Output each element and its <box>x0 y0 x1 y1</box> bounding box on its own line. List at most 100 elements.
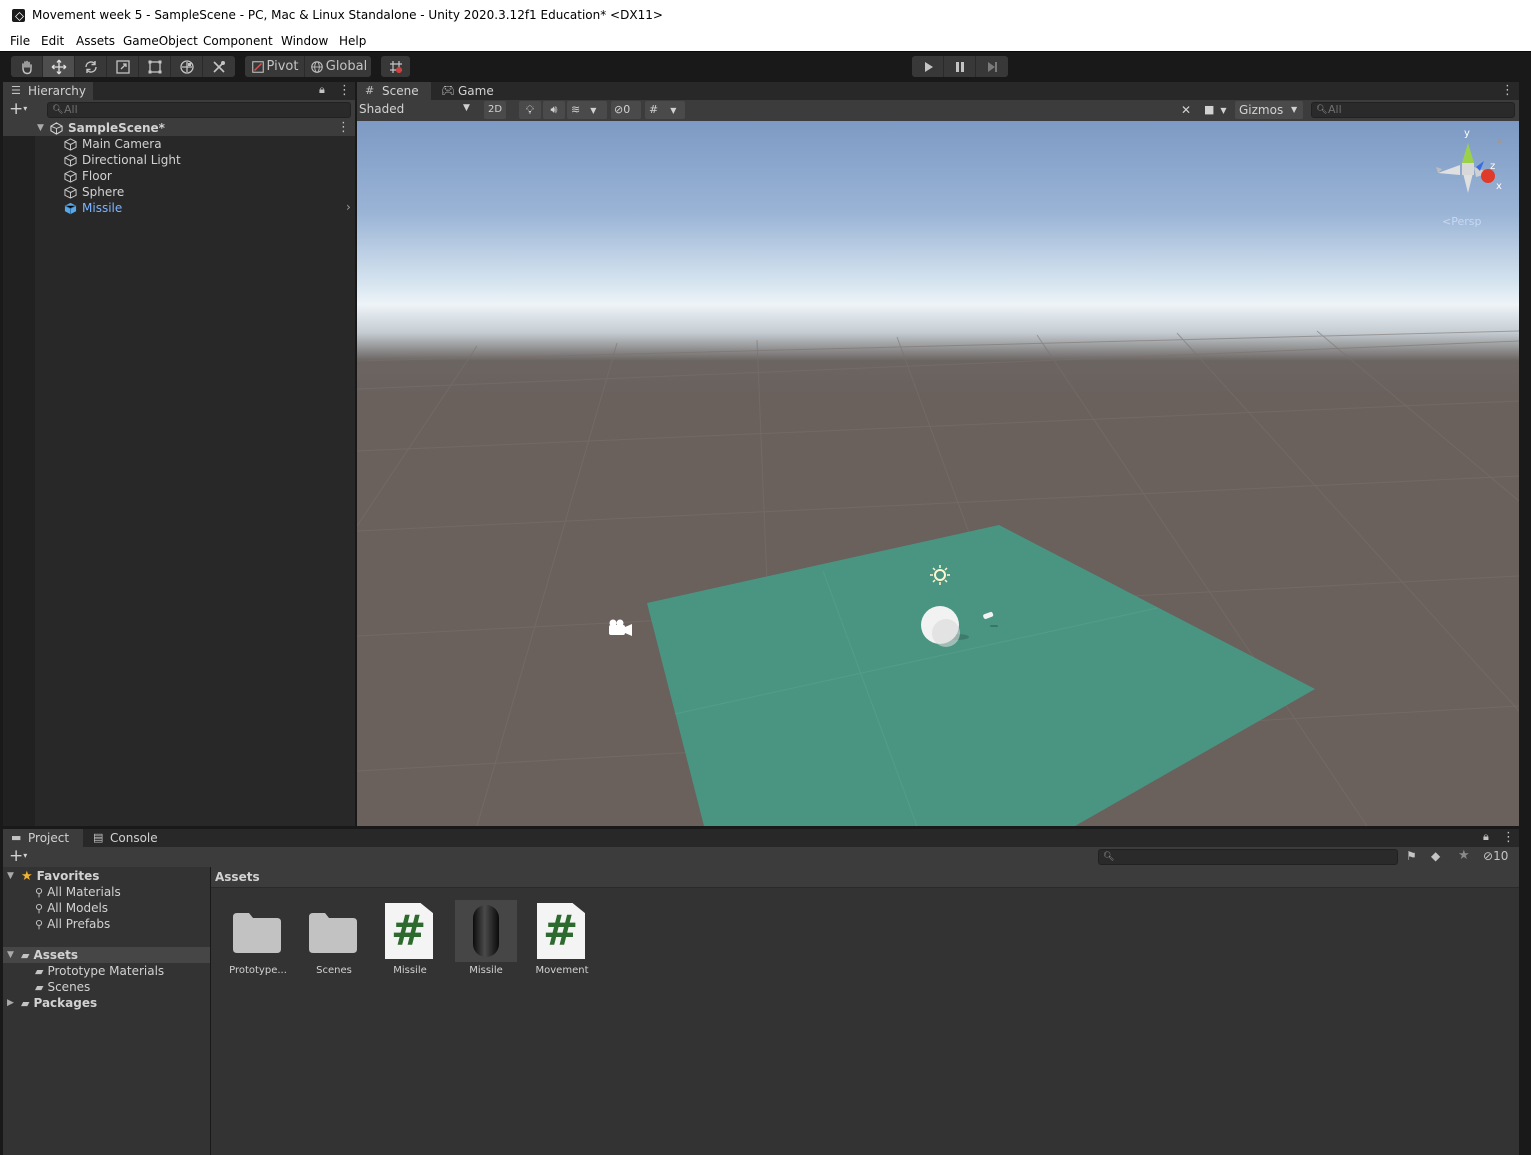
grid-dropdown[interactable]: # ▼ <box>645 101 685 119</box>
expand-arrow-icon[interactable]: ▼ <box>7 871 21 881</box>
scene-menu-icon[interactable] <box>337 120 350 135</box>
menu-help[interactable]: Help <box>339 34 366 48</box>
global-label: Global <box>325 59 368 74</box>
asset-missile-prefab[interactable]: Missile <box>455 900 517 976</box>
expand-arrow-icon[interactable]: ▼ <box>37 123 50 133</box>
menu-edit[interactable]: Edit <box>41 34 64 48</box>
folder-icon: ▰ <box>35 964 44 978</box>
favorite-all-models[interactable]: ⚲ All Models <box>35 900 108 916</box>
csharp-script-icon: # <box>537 903 585 959</box>
menu-file[interactable]: File <box>10 34 30 48</box>
favorite-all-prefabs[interactable]: ⚲ All Prefabs <box>35 916 110 932</box>
tab-game[interactable]: 🎮︎ Game <box>433 82 503 100</box>
hierarchy-item-main-camera[interactable]: Main Camera <box>6 136 358 152</box>
hierarchy-item-floor[interactable]: Floor <box>6 168 358 184</box>
search-icon: 🔍︎ <box>1103 852 1115 862</box>
search-icon: 🔍︎ <box>52 105 64 115</box>
camera-dropdown[interactable]: ■ ▼ <box>1201 101 1233 119</box>
hidden-packages-toggle[interactable]: ⊘10 <box>1483 849 1508 863</box>
project-grid: Assets Prototype... Scenes # Missile Mis… <box>211 867 1519 1155</box>
project-tabstrip: ▬ Project ▤ Console 🔒︎ <box>3 829 1519 847</box>
project-menu-icon[interactable] <box>1502 830 1515 845</box>
asset-missile-script[interactable]: # Missile <box>375 901 445 991</box>
move-tool-button[interactable] <box>43 56 75 77</box>
hidden-objects-toggle[interactable]: ⊘0 <box>611 101 641 119</box>
persp-label[interactable]: <Persp <box>1442 215 1481 228</box>
transform-tool-button[interactable] <box>171 56 203 77</box>
orientation-gizmo[interactable]: y z x <Persp <box>1432 128 1502 239</box>
menu-gameobject[interactable]: GameObject <box>123 34 198 48</box>
play-icon <box>924 61 933 72</box>
effects-dropdown[interactable]: ≋ ▼ <box>567 101 607 119</box>
scene-row[interactable]: ▼ SampleScene* <box>3 120 355 136</box>
hierarchy-search-input[interactable]: 🔍︎ All <box>47 102 351 118</box>
pause-button[interactable] <box>944 56 976 77</box>
tab-hierarchy[interactable]: ☰ Hierarchy <box>3 82 93 100</box>
chevron-right-icon[interactable]: › <box>346 200 351 214</box>
expand-arrow-icon[interactable]: ▶ <box>7 998 21 1008</box>
custom-tool-button[interactable] <box>203 56 235 77</box>
grid-icon: # <box>365 84 375 97</box>
rotate-tool-button[interactable] <box>75 56 107 77</box>
hierarchy-menu-icon[interactable] <box>338 83 351 98</box>
chevron-down-icon: ▼ <box>1291 105 1298 114</box>
packages-row[interactable]: ▶ ▰ Packages <box>7 995 97 1011</box>
hand-tool-button[interactable] <box>11 56 43 77</box>
asset-label: Prototype... <box>229 965 287 976</box>
hierarchy-item-missile[interactable]: Missile › <box>6 200 358 216</box>
folder-prototype-materials[interactable]: ▰ Prototype Materials <box>35 963 164 979</box>
add-object-button[interactable]: +▾ <box>9 100 27 118</box>
play-button[interactable] <box>912 56 944 77</box>
speaker-icon: 🔊︎ <box>550 103 558 116</box>
scene-menu-icon[interactable] <box>1501 83 1514 98</box>
scene-tools-button[interactable]: ✕ <box>1175 101 1197 119</box>
asset-scenes-folder[interactable]: Scenes <box>299 901 369 991</box>
tab-scene[interactable]: # Scene <box>357 82 431 100</box>
step-button[interactable] <box>976 56 1008 77</box>
gizmo-lock-icon[interactable] <box>1498 139 1501 143</box>
tab-project[interactable]: ▬ Project <box>3 829 83 847</box>
draw-mode-dropdown[interactable]: Shaded ▼ <box>359 102 477 119</box>
tab-console[interactable]: ▤ Console <box>85 829 165 847</box>
filter-by-label-icon[interactable]: ◆ <box>1431 849 1440 863</box>
pivot-toggle[interactable]: Pivot <box>245 56 305 77</box>
menu-assets[interactable]: Assets <box>76 34 115 48</box>
asset-movement-script[interactable]: # Movement <box>527 901 597 991</box>
tab-hierarchy-label: Hierarchy <box>28 84 87 98</box>
2d-toggle[interactable]: 2D <box>484 101 506 119</box>
global-toggle[interactable]: Global <box>306 56 371 77</box>
rect-tool-button[interactable] <box>139 56 171 77</box>
scene-search-input[interactable]: 🔍︎ All <box>1311 102 1515 118</box>
create-asset-button[interactable]: +▾ <box>9 847 27 865</box>
scene-viewport[interactable]: y z x <Persp <box>357 121 1519 826</box>
capsule-prefab-icon <box>473 905 499 957</box>
audio-toggle[interactable]: 🔊︎ <box>543 101 565 119</box>
favorite-star-icon[interactable]: ★ <box>1458 848 1470 863</box>
filter-by-type-icon[interactable]: ⚑ <box>1406 849 1417 863</box>
gameobject-cube-icon <box>64 137 77 151</box>
menu-window[interactable]: Window <box>281 34 328 48</box>
hidden-count: 0 <box>623 103 631 116</box>
asset-prototype-folder[interactable]: Prototype... <box>223 901 293 991</box>
project-search-input[interactable]: 🔍︎ <box>1098 849 1398 865</box>
floor-plane[interactable] <box>647 525 1315 826</box>
assets-root-row[interactable]: ▼ ▰ Assets <box>3 947 210 963</box>
favorite-all-materials[interactable]: ⚲ All Materials <box>35 884 121 900</box>
tab-game-label: Game <box>458 84 494 98</box>
breadcrumb-assets[interactable]: Assets <box>215 870 260 884</box>
hierarchy-item-directional-light[interactable]: Directional Light <box>6 152 358 168</box>
asset-label: Movement <box>535 965 589 976</box>
expand-arrow-icon[interactable]: ▼ <box>7 950 21 960</box>
hierarchy-item-sphere[interactable]: Sphere <box>6 184 358 200</box>
hierarchy-item-label: Floor <box>82 169 112 183</box>
favorites-row[interactable]: ▼ ★ Favorites <box>7 868 99 884</box>
grid-snap-button[interactable] <box>381 56 410 77</box>
axis-y-label: y <box>1464 128 1470 139</box>
lighting-toggle[interactable]: 💡︎ <box>519 101 541 119</box>
folder-scenes[interactable]: ▰ Scenes <box>35 979 90 995</box>
lock-icon[interactable]: 🔒︎ <box>319 83 325 97</box>
scale-tool-button[interactable] <box>107 56 139 77</box>
gizmos-dropdown[interactable]: Gizmos ▼ <box>1235 101 1303 119</box>
lock-icon[interactable]: 🔒︎ <box>1483 830 1489 844</box>
menu-component[interactable]: Component <box>203 34 273 48</box>
